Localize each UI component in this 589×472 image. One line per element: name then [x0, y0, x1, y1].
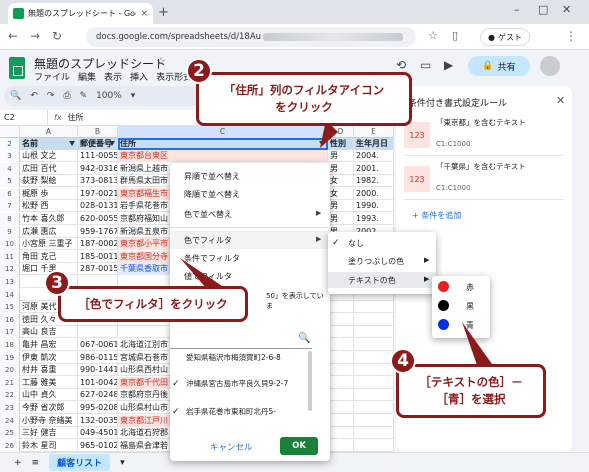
step-badge-4: 4: [390, 348, 416, 374]
callout-4: ［テキストの色］－ ［青］を選択: [396, 364, 546, 418]
callout-4-pointer: [462, 322, 492, 368]
callout-2-line1: 「住所」列のフィルタアイコン: [223, 83, 385, 97]
callout-4-line1: ［テキストの色］－: [419, 375, 523, 389]
callout-3-text: ［色でフィルタ］をクリック: [78, 296, 228, 311]
step-badge-2: 2: [186, 58, 212, 84]
callout-3-pointer: [180, 258, 222, 288]
callout-2: 「住所」列のフィルタアイコン をクリック: [196, 72, 412, 126]
callout-3: ［色でフィルタ］をクリック: [58, 286, 248, 322]
step-badge-3: 3: [44, 270, 70, 296]
callout-4-line2: ［青］を選択: [436, 392, 506, 406]
callout-2-line2: をクリック: [275, 100, 333, 114]
